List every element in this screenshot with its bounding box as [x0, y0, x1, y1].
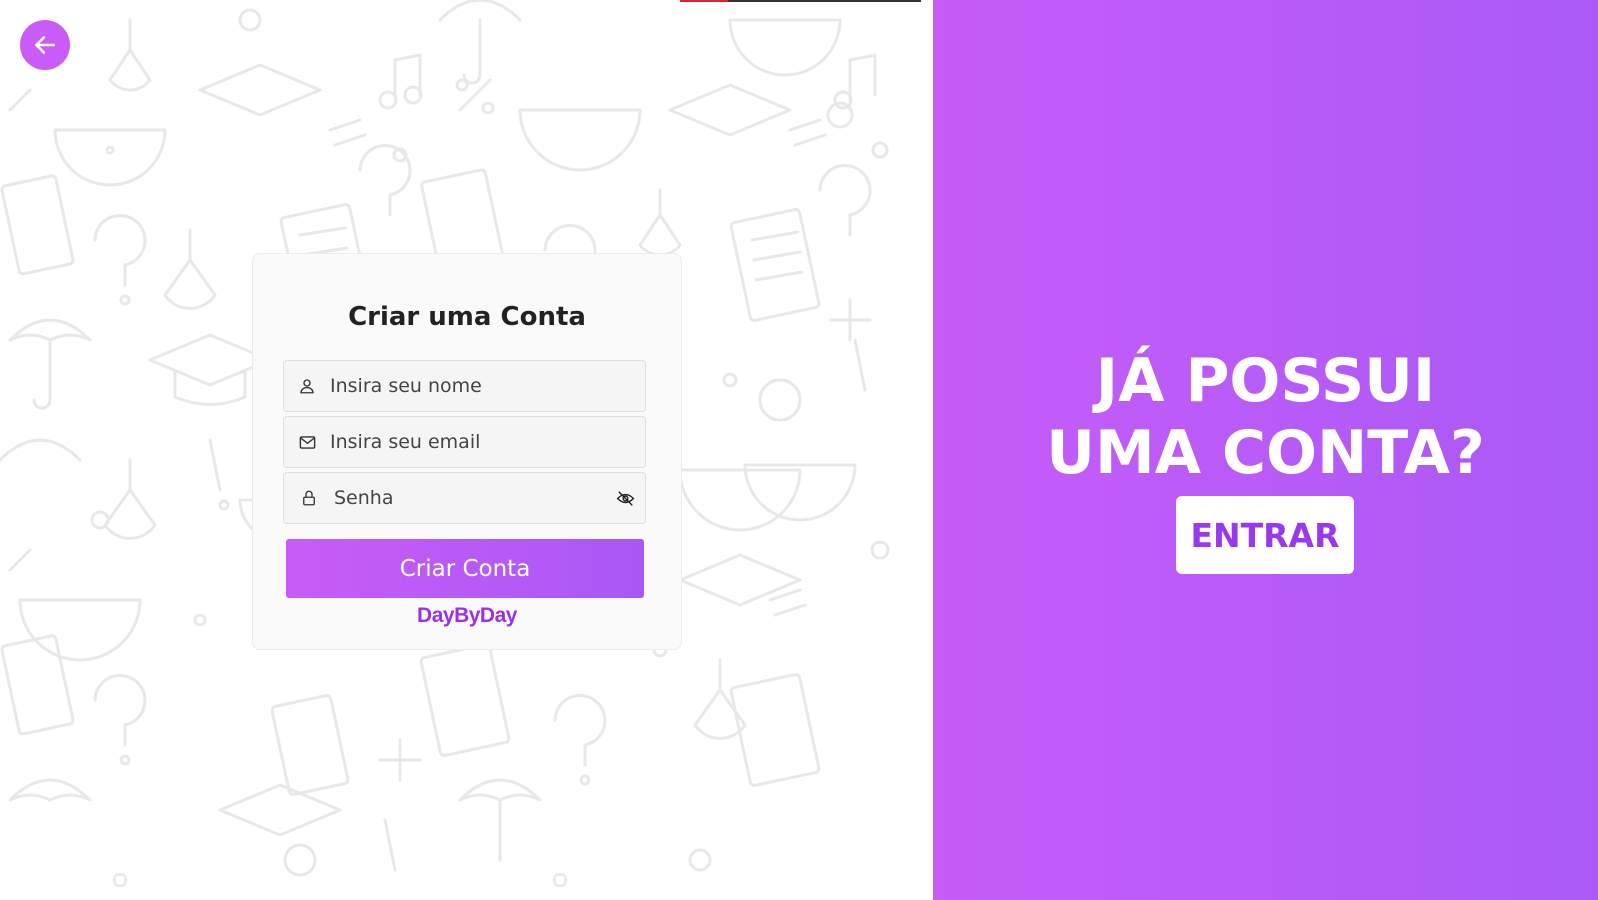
back-button[interactable]	[20, 20, 70, 70]
name-input[interactable]	[330, 361, 645, 411]
envelope-icon	[284, 433, 330, 452]
heading-line-1: JÁ POSSUI	[1095, 346, 1436, 416]
email-input[interactable]	[330, 417, 645, 467]
user-icon	[284, 377, 330, 395]
right-panel: JÁ POSSUI UMA CONTA? ENTRAR	[933, 0, 1598, 900]
top-strip	[680, 0, 921, 2]
left-panel: Criar uma Conta Insira seu nome Insira s…	[0, 0, 933, 900]
password-field	[283, 472, 646, 524]
card-title: Criar uma Conta	[348, 302, 586, 332]
signup-card: Criar uma Conta Insira seu nome Insira s…	[252, 253, 682, 650]
eye-off-icon[interactable]	[605, 489, 645, 508]
login-button[interactable]: ENTRAR	[1176, 496, 1354, 574]
lock-icon	[284, 489, 334, 507]
brand-logo: DayByDay	[417, 604, 517, 627]
email-field	[283, 416, 646, 468]
create-account-button[interactable]: Criar Conta	[286, 539, 644, 598]
heading-line-2: UMA CONTA?	[1046, 418, 1485, 488]
already-have-account-heading: JÁ POSSUI UMA CONTA?	[933, 345, 1598, 489]
password-input[interactable]	[334, 473, 605, 523]
arrow-left-icon	[35, 36, 55, 54]
name-field	[283, 360, 646, 412]
